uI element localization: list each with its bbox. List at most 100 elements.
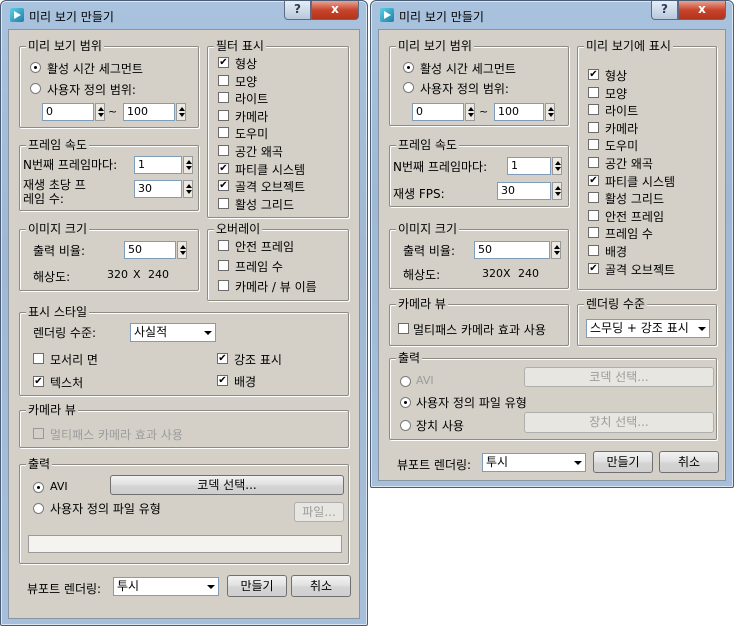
help-button[interactable]: ? [651,1,678,20]
file-button[interactable]: 파일... [294,502,344,522]
range-start-input[interactable]: 0 [412,103,464,121]
help-button[interactable]: ? [284,1,311,20]
custom-range-radio[interactable] [403,82,414,93]
items-checkbox-0[interactable]: ✔ [218,57,229,68]
range-end-spinner[interactable] [176,103,186,121]
close-button[interactable]: x [678,1,726,20]
range-end-input[interactable]: 100 [494,103,544,121]
codec-select-button[interactable]: 코덱 선택... [524,367,714,387]
output-ratio-spinner[interactable] [551,241,561,259]
viewport-render-dropdown[interactable]: 투시 [482,453,586,472]
items-checkbox-1[interactable] [588,86,599,98]
custom-file-type-radio[interactable] [33,503,44,514]
items-checkbox-9[interactable] [588,227,599,239]
output-ratio-spinner[interactable] [177,241,187,259]
edged-faces-label: 모서리 면 [50,353,98,367]
active-segment-radio[interactable] [30,62,41,73]
avi-radio[interactable] [33,482,44,493]
rendering-level-dropdown[interactable]: 스무딩 + 강조 표시 [586,319,710,338]
nth-frame-input[interactable]: 1 [507,157,551,175]
items-label-2: 카메라 / 뷰 이름 [235,280,317,294]
custom-range-radio[interactable] [30,83,41,94]
multipass-checkbox[interactable] [398,323,409,334]
playback-fps-spinner[interactable] [552,182,562,200]
device-select-button[interactable]: 장치 선택... [524,412,714,433]
nth-frame-input[interactable]: 1 [134,156,182,174]
range-start-spinner[interactable] [95,103,105,121]
custom-file-type-label: 사용자 정의 파일 유형 [416,396,527,410]
image-size-title: 이미지 크기 [396,222,460,236]
background-checkbox[interactable]: ✔ [217,375,228,386]
items-checkbox-10[interactable] [588,245,599,256]
playback-fps-input[interactable]: 30 [134,180,182,198]
range-end-spinner[interactable] [545,103,555,121]
image-size-group: 이미지 크기 출력 비율: 50 해상도: 320 X 240 [19,222,199,291]
output-ratio-input[interactable]: 50 [124,241,176,259]
items-checkbox-0[interactable] [218,240,229,251]
left-dialog-window: 미리 보기 만들기 ? x 미리 보기 범위 활성 시간 세그먼트 사용자 정의… [0,0,368,626]
items-label-1: 모양 [605,86,628,101]
items-checkbox-1[interactable] [218,260,229,271]
custom-file-type-radio[interactable] [400,397,411,408]
items-checkbox-4[interactable] [588,139,599,151]
items-checkbox-11[interactable]: ✔ [588,262,599,274]
resolution-label: 해상도: [403,268,441,282]
items-checkbox-6[interactable]: ✔ [218,162,229,174]
items-checkbox-2[interactable] [218,92,229,104]
cancel-button[interactable]: 취소 [291,575,351,597]
items-label-1: 프레임 수 [235,260,283,274]
create-button[interactable]: 만들기 [227,575,287,597]
frame-rate-group: 프레임 속도 N번째 프레임마다: 1 재생 초당 프 레임 수: 30 [19,138,199,211]
range-start-input[interactable]: 0 [42,103,94,121]
items-checkbox-5[interactable] [588,157,599,168]
items-checkbox-8[interactable] [588,209,599,221]
use-device-label: 장치 사용 [416,419,464,433]
items-checkbox-6[interactable]: ✔ [588,174,599,186]
custom-file-type-label: 사용자 정의 파일 유형 [50,502,161,516]
camera-view-title: 카메라 뷰 [396,297,448,311]
nth-frame-spinner[interactable] [552,157,562,175]
create-button[interactable]: 만들기 [593,451,653,473]
left-title-bar[interactable]: 미리 보기 만들기 ? x [1,1,367,29]
items-label-6: 파티클 시스템 [605,174,676,189]
output-group: 출력 AVI 코덱 선택... 사용자 정의 파일 유형 장치 사용 장치 선택… [389,351,717,440]
items-checkbox-4[interactable] [218,127,229,139]
items-checkbox-1[interactable] [218,74,229,86]
textures-label: 텍스처 [50,376,84,390]
items-label-6: 파티클 시스템 [235,162,306,177]
items-checkbox-3[interactable] [218,109,229,121]
textures-checkbox[interactable]: ✔ [33,376,44,387]
range-start-spinner[interactable] [465,103,475,121]
use-device-radio[interactable] [400,420,411,431]
resolution-height: 240 [148,268,169,281]
multipass-label: 멀티패스 카메라 효과 사용 [413,323,546,337]
items-label-0: 안전 프레임 [235,240,295,254]
items-checkbox-7[interactable] [588,192,599,204]
codec-select-button[interactable]: 코덱 선택... [110,475,344,495]
items-checkbox-2[interactable] [218,280,229,291]
edged-faces-checkbox[interactable] [33,353,44,364]
frame-rate-title: 프레임 속도 [396,138,460,152]
highlights-checkbox[interactable]: ✔ [217,353,228,364]
nth-frame-spinner[interactable] [183,156,193,174]
output-ratio-input[interactable]: 50 [474,241,550,259]
render-level-dropdown[interactable]: 사실적 [130,323,216,342]
items-checkbox-7[interactable]: ✔ [218,180,229,192]
multipass-checkbox[interactable] [33,428,44,439]
items-checkbox-3[interactable] [588,121,599,133]
active-segment-radio[interactable] [403,62,414,73]
chevron-down-icon [201,324,215,341]
items-checkbox-5[interactable] [218,145,229,156]
playback-fps-spinner[interactable] [183,180,193,198]
left-client-area: 미리 보기 범위 활성 시간 세그먼트 사용자 정의 범위: 0 ~ 100 필… [8,29,360,619]
viewport-render-dropdown[interactable]: 투시 [113,577,219,596]
avi-radio[interactable] [400,376,411,387]
items-checkbox-8[interactable] [218,197,229,209]
cancel-button[interactable]: 취소 [659,451,719,473]
close-button[interactable]: x [311,1,359,20]
items-checkbox-0[interactable]: ✔ [588,69,599,80]
items-checkbox-2[interactable] [588,104,599,116]
range-end-input[interactable]: 100 [123,103,175,121]
playback-fps-input[interactable]: 30 [497,182,551,200]
right-title-bar[interactable]: 미리 보기 만들기 ? x [371,1,733,29]
